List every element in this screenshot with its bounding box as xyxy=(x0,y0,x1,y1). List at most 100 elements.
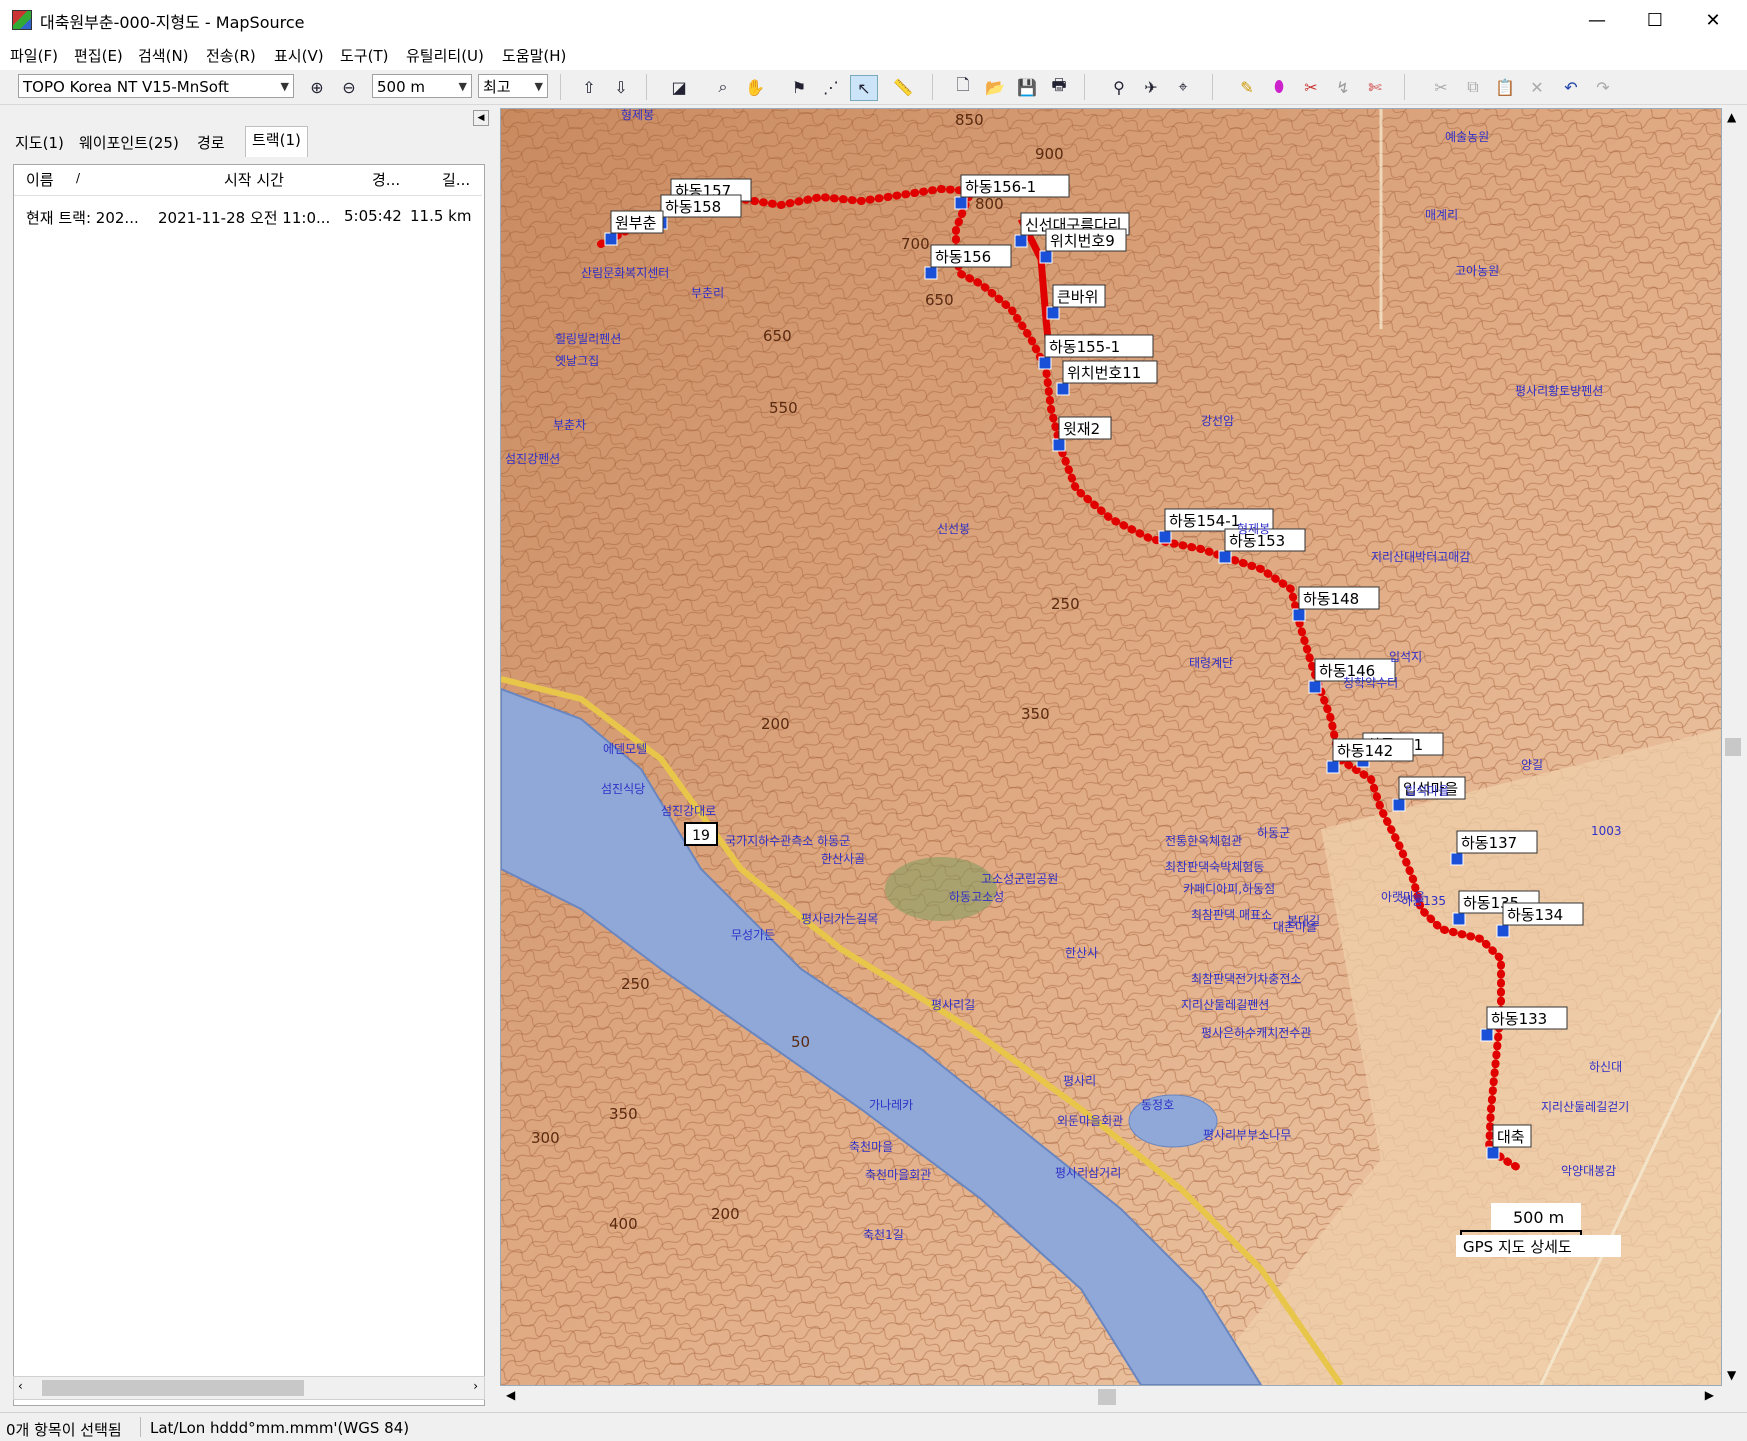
menu-transfer[interactable]: 전송(R) xyxy=(206,45,256,66)
place-label[interactable]: 섬진식당 xyxy=(601,782,645,796)
route-tool-icon[interactable]: ⋰ xyxy=(818,75,844,99)
zoom-out-icon[interactable]: ⊖ xyxy=(336,75,362,99)
place-label[interactable]: 하동135 xyxy=(1401,894,1446,908)
place-label[interactable]: 축천1길 xyxy=(863,1227,904,1242)
place-label[interactable]: 국가지하수관측소 하동군 xyxy=(725,834,850,848)
undo-icon[interactable]: ↶ xyxy=(1558,75,1584,99)
place-label[interactable]: 지리산대박터고매감 xyxy=(1371,550,1470,564)
place-label[interactable]: 섬진강대로 xyxy=(661,804,716,818)
delete-icon[interactable]: ✕ xyxy=(1524,75,1550,99)
place-label[interactable]: 무성가든 xyxy=(731,928,775,942)
place-label[interactable]: 평사리가는길목 xyxy=(801,912,878,926)
place-label[interactable]: 하동군 xyxy=(1257,826,1290,840)
place-label[interactable]: 1003 xyxy=(1591,824,1622,838)
open-folder-icon[interactable]: 📂 xyxy=(982,75,1008,99)
selection-pointer-icon[interactable]: ↖ xyxy=(850,75,878,101)
menu-help[interactable]: 도움말(H) xyxy=(502,45,566,66)
place-label[interactable]: 외둔마을회관 xyxy=(1057,1114,1123,1128)
place-label[interactable]: 고아농원 xyxy=(1455,264,1499,278)
place-label[interactable]: 악양대봉감 xyxy=(1561,1164,1616,1178)
menu-utilities[interactable]: 유틸리티(U) xyxy=(406,45,484,66)
place-label[interactable]: 한산사 xyxy=(1065,946,1098,960)
place-label[interactable]: 형제봉 xyxy=(1237,522,1270,536)
place-label[interactable]: 힐링빌리펜션 xyxy=(555,332,621,346)
place-label[interactable]: 한산사골 xyxy=(821,852,865,866)
place-label[interactable]: 지리산둘레길걷기 xyxy=(1541,1100,1629,1114)
tab-tracks[interactable]: 트랙(1) xyxy=(245,126,308,157)
join-track-icon[interactable]: ↯ xyxy=(1330,75,1356,99)
column-duration-header[interactable]: 경... xyxy=(372,169,400,190)
place-label[interactable]: 대촌마을 xyxy=(1273,920,1317,934)
save-disk-icon[interactable]: 💾 xyxy=(1014,75,1040,99)
track-pencil-icon[interactable]: ✎ xyxy=(1234,75,1260,99)
find-nearest-icon[interactable]: ⌖ xyxy=(1170,75,1196,99)
find-binoculars-icon[interactable]: ⚲ xyxy=(1106,75,1132,99)
column-start-time-header[interactable]: 시작 시간 xyxy=(224,169,284,190)
place-label[interactable]: 축천마을 xyxy=(849,1139,893,1154)
list-horizontal-scrollbar[interactable]: ‹ › xyxy=(13,1376,485,1400)
copy-icon[interactable]: ⧉ xyxy=(1460,75,1486,99)
place-label[interactable]: 에덴모텔 xyxy=(603,742,647,756)
vertical-scroll-thumb[interactable] xyxy=(1725,738,1741,756)
place-label[interactable]: 하신대 xyxy=(1589,1060,1622,1074)
scroll-left-icon[interactable]: ◀ xyxy=(506,1388,515,1402)
place-label[interactable]: 고소성군립공원 xyxy=(981,872,1058,886)
detail-select[interactable]: 최고 ▼ xyxy=(478,74,548,98)
divide-track-icon[interactable]: ✂ xyxy=(1298,75,1324,99)
place-label[interactable]: 입석마을 xyxy=(1405,784,1449,798)
tab-routes[interactable]: 경로 xyxy=(191,130,231,156)
tab-maps[interactable]: 지도(1) xyxy=(9,130,70,156)
print-icon[interactable]: 🖶 xyxy=(1046,75,1072,99)
place-label[interactable]: 신선봉 xyxy=(937,522,970,536)
mapsource-app-icon[interactable] xyxy=(12,10,32,30)
map-tool-icon[interactable]: ◪ xyxy=(666,75,692,99)
menu-file[interactable]: 파일(F) xyxy=(10,45,58,66)
place-label[interactable]: 부춘차 xyxy=(553,418,586,432)
close-button[interactable]: ✕ xyxy=(1684,0,1742,40)
hand-pan-icon[interactable]: ✋ xyxy=(742,75,768,99)
place-label[interactable]: 태령계단 xyxy=(1189,656,1233,670)
map-product-select[interactable]: TOPO Korea NT V15-MnSoft ▼ xyxy=(18,74,294,98)
eraser-icon[interactable]: ⬮ xyxy=(1266,75,1292,99)
column-length-header[interactable]: 길... xyxy=(442,169,470,190)
column-name-header[interactable]: 이름 xyxy=(26,169,54,190)
place-label[interactable]: 최참판댁숙박체험동 xyxy=(1165,860,1264,874)
zoom-in-icon[interactable]: ⊕ xyxy=(304,75,330,99)
place-label[interactable]: 축천마을회관 xyxy=(865,1167,931,1182)
scroll-left-icon[interactable]: ‹ xyxy=(18,1379,23,1393)
menu-edit[interactable]: 편집(E) xyxy=(74,45,123,66)
zoom-scale-select[interactable]: 500 m ▼ xyxy=(372,74,472,98)
place-label[interactable]: 하동고소성 xyxy=(949,890,1004,904)
redo-icon[interactable]: ↷ xyxy=(1590,75,1616,99)
waypoint-flag-icon[interactable]: ⚑ xyxy=(786,75,812,99)
scroll-up-icon[interactable]: ▲ xyxy=(1727,110,1736,124)
place-label[interactable]: 평사은하수캐치전수관 xyxy=(1201,1026,1311,1040)
menu-tools[interactable]: 도구(T) xyxy=(340,45,388,66)
place-label[interactable]: 지리산둘레길펜션 xyxy=(1181,998,1269,1012)
place-label[interactable]: 매계리 xyxy=(1425,208,1458,222)
place-label[interactable]: 평사리삼거리 xyxy=(1055,1166,1121,1180)
minimize-button[interactable]: — xyxy=(1568,0,1626,40)
place-label[interactable]: 가나레카 xyxy=(869,1098,913,1112)
place-label[interactable]: 동정호 xyxy=(1141,1098,1174,1112)
place-label[interactable]: 강선암 xyxy=(1201,414,1234,428)
scroll-right-icon[interactable]: ▶ xyxy=(1705,1388,1714,1402)
paste-icon[interactable]: 📋 xyxy=(1492,75,1518,99)
new-file-icon[interactable]: 🗋 xyxy=(950,75,976,99)
track-list[interactable]: 이름 / 시작 시간 경... 길... 현재 트랙: 202... 2021-… xyxy=(13,164,485,1406)
find-place-icon[interactable]: ✈ xyxy=(1138,75,1164,99)
place-label[interactable]: 형제봉 xyxy=(621,109,654,122)
menu-view[interactable]: 표시(V) xyxy=(274,45,324,66)
menu-find[interactable]: 검색(N) xyxy=(138,45,189,66)
place-label[interactable]: 입석지 xyxy=(1389,650,1422,664)
tab-waypoints[interactable]: 웨이포인트(25) xyxy=(73,130,185,156)
maximize-button[interactable]: ☐ xyxy=(1626,0,1684,40)
place-label[interactable]: 옛날그집 xyxy=(555,354,599,368)
scroll-thumb[interactable] xyxy=(42,1380,304,1396)
place-label[interactable]: 양길 xyxy=(1521,758,1543,772)
place-label[interactable]: 예술농원 xyxy=(1445,130,1489,144)
distance-ruler-icon[interactable]: 📏 xyxy=(890,75,916,99)
place-label[interactable]: 평사리길 xyxy=(931,998,975,1012)
place-label[interactable]: 평사리부부소나무 xyxy=(1203,1128,1291,1142)
receive-from-device-icon[interactable]: ⇧ xyxy=(576,75,602,99)
